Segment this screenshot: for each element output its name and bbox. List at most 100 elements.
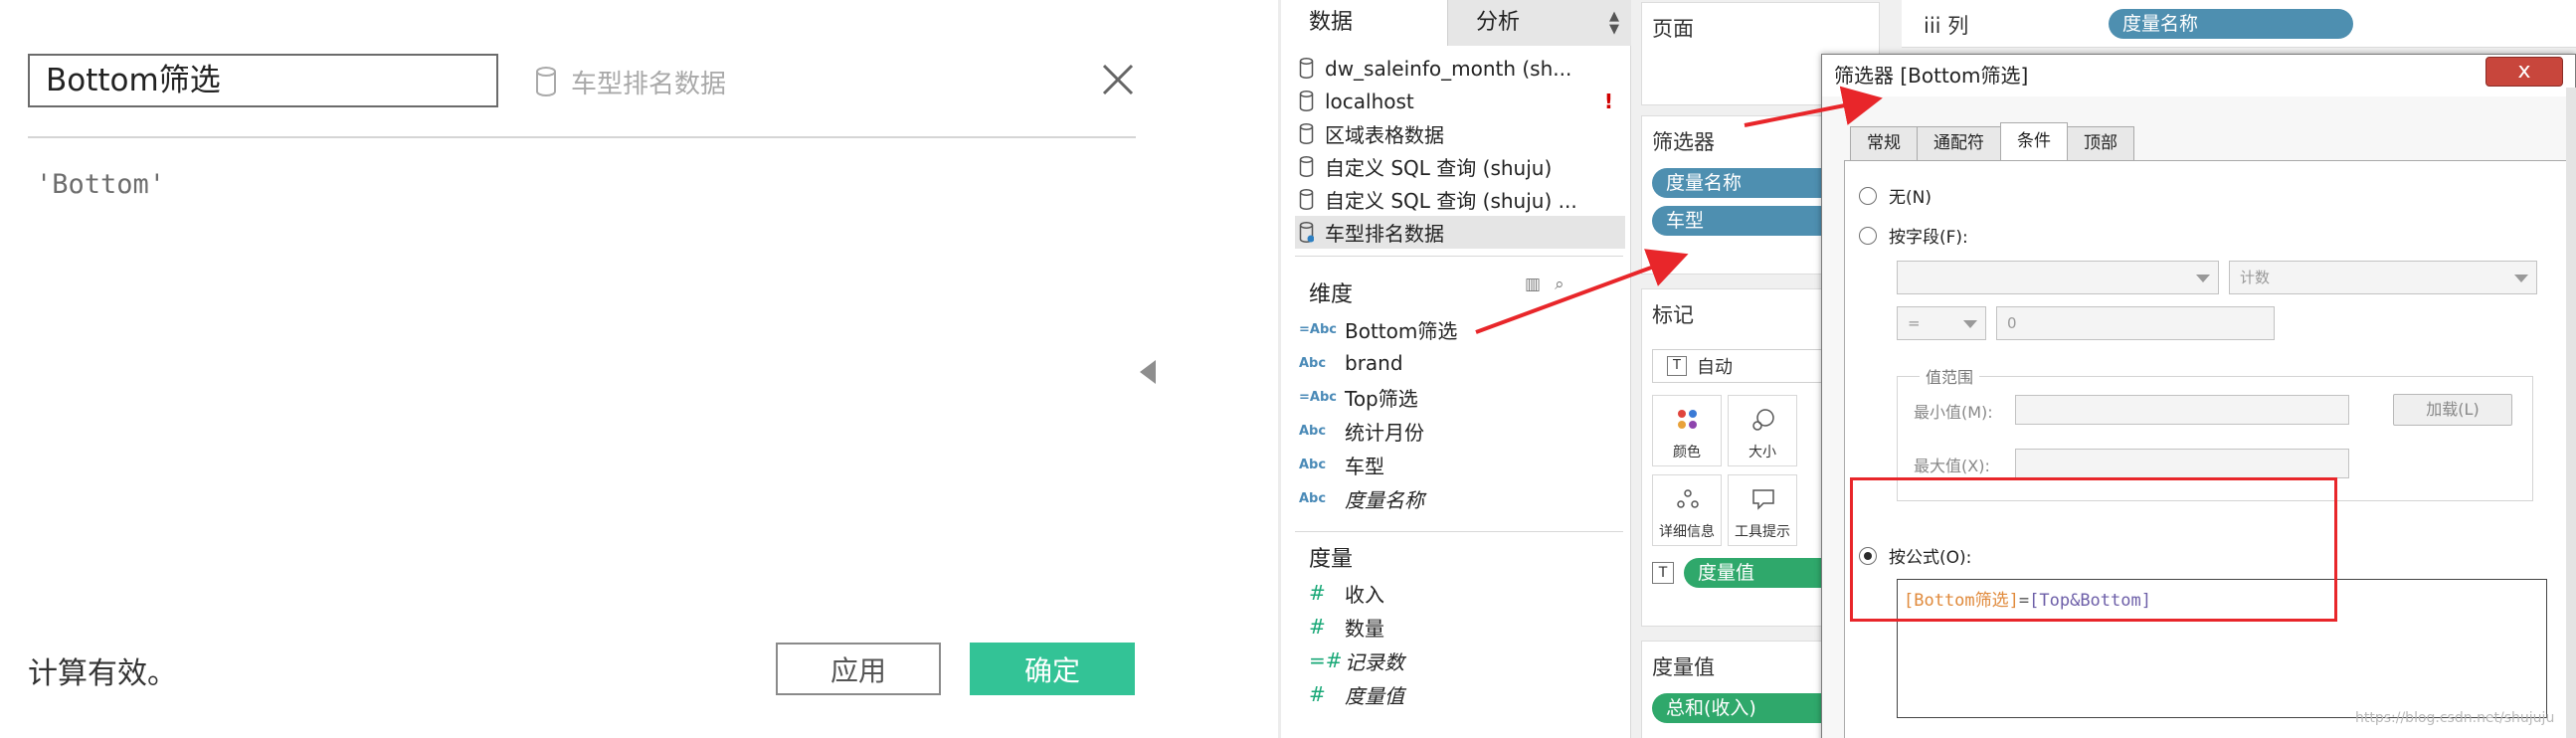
field-name: 数量 (1345, 616, 1384, 641)
string-calc-type-icon: =Abc (1299, 389, 1337, 405)
tooltip-button[interactable]: 工具提示 (1728, 474, 1797, 546)
database-connected-icon (1299, 222, 1314, 243)
tab-top[interactable]: 顶部 (2067, 126, 2134, 160)
field-item[interactable]: Abc 统计月份 (1295, 414, 1625, 448)
ok-button[interactable]: 确定 (970, 643, 1135, 695)
measure-list: # 收入 # 数量 =# 记录数 # 度量值 (1295, 576, 1625, 711)
data-pane: 数据 分析 ▲ ▼ dw_saleinfo_month (sh... localh… (1281, 0, 1631, 738)
datasource-item[interactable]: 自定义 SQL 查询 (shuju) (1295, 150, 1625, 183)
datasource-item[interactable]: 区域表格数据 (1295, 117, 1625, 150)
field-item[interactable]: Abc 车型 (1295, 448, 1625, 481)
field-name: 度量名称 (1345, 487, 1424, 512)
field-item[interactable]: # 收入 (1295, 576, 1625, 610)
tab-condition[interactable]: 条件 (2000, 122, 2068, 160)
operator-dropdown[interactable]: = (1897, 306, 1986, 340)
database-icon (1299, 58, 1314, 79)
calculation-name-input[interactable]: Bottom筛选 (28, 54, 498, 107)
size-label: 大小 (1748, 445, 1776, 461)
columns-pill[interactable]: 度量名称 (2109, 9, 2353, 39)
view-toggle-icon[interactable]: ▥ (1525, 275, 1541, 294)
columns-shelf[interactable]: iii 列 度量名称 (1902, 0, 2576, 48)
divider (1295, 531, 1623, 532)
tab-data[interactable]: 数据 (1281, 0, 1448, 46)
aggregation-value: 计数 (2240, 269, 2271, 286)
dimensions-header: 维度 (1309, 282, 1354, 307)
field-item[interactable]: =Abc Top筛选 (1295, 380, 1625, 414)
detail-label: 详细信息 (1659, 524, 1715, 540)
max-value-input[interactable] (2015, 449, 2349, 478)
datasource-label: 自定义 SQL 查询 (shuju) (1325, 156, 1553, 180)
measures-header: 度量 (1309, 547, 1354, 572)
formula-editor[interactable]: 'Bottom' (36, 169, 165, 200)
close-icon[interactable]: x (2485, 57, 2563, 87)
highlight-box (1850, 477, 2337, 622)
tab-analysis[interactable]: 分析 ▲ ▼ (1448, 0, 1631, 46)
min-value-input[interactable] (2015, 395, 2349, 425)
value-input[interactable]: 0 (1996, 306, 2275, 340)
number-type-icon: # (1309, 615, 1326, 639)
string-type-icon: Abc (1299, 355, 1327, 371)
field-item[interactable]: =# 记录数 (1295, 644, 1625, 677)
field-item[interactable]: Abc brand (1295, 346, 1625, 380)
filters-title: 筛选器 (1652, 130, 1715, 154)
close-icon[interactable] (1100, 62, 1136, 97)
dialog-tabs: 常规 通配符 条件 顶部 (1850, 122, 2134, 160)
color-button[interactable]: 颜色 (1652, 395, 1722, 466)
scrollbar[interactable] (2566, 88, 2576, 738)
radio-button[interactable] (1859, 186, 1877, 205)
datasource-item[interactable]: localhost ! (1295, 85, 1625, 117)
tableau-workspace: 数据 分析 ▲ ▼ dw_saleinfo_month (sh... localh… (1281, 0, 2576, 738)
field-name: 车型 (1345, 454, 1384, 478)
datasource-label: 车型排名数据 (1325, 222, 1444, 246)
field-name: 记录数 (1345, 649, 1404, 674)
calculation-editor: Bottom筛选 车型排名数据 'Bottom' 计算有效。 应用 确定 (0, 0, 1278, 738)
load-button[interactable]: 加载(L) (2393, 394, 2512, 426)
data-pane-tabs: 数据 分析 ▲ ▼ (1281, 0, 1631, 46)
aggregation-dropdown[interactable]: 计数 (2229, 261, 2537, 294)
datasource-item[interactable]: 自定义 SQL 查询 (shuju) ... (1295, 183, 1625, 216)
warning-icon: ! (1603, 89, 1613, 113)
detail-button[interactable]: 详细信息 (1652, 474, 1722, 546)
tab-general[interactable]: 常规 (1850, 126, 1918, 160)
datasource-label: localhost (1325, 89, 1414, 113)
string-type-icon: Abc (1299, 490, 1327, 506)
database-icon (1299, 123, 1314, 144)
collapse-panel-icon[interactable] (1140, 360, 1156, 384)
search-icon[interactable]: ⌕ (1555, 275, 1564, 294)
dialog-title: 筛选器 [Bottom筛选] (1822, 55, 2575, 96)
database-icon (536, 67, 556, 96)
tab-analysis-label: 分析 (1476, 10, 1521, 35)
field-item[interactable]: # 度量值 (1295, 677, 1625, 711)
field-item[interactable]: Abc 度量名称 (1295, 481, 1625, 515)
number-type-icon: # (1309, 682, 1326, 706)
tooltip-label: 工具提示 (1735, 524, 1790, 540)
string-type-icon: Abc (1299, 423, 1327, 439)
max-label: 最大值(X): (1914, 457, 1990, 475)
tab-wildcard[interactable]: 通配符 (1917, 126, 2001, 160)
radio-by-field-label: 按字段(F): (1889, 228, 1968, 248)
datasource-item-selected[interactable]: 车型排名数据 (1295, 216, 1625, 249)
field-dropdown[interactable] (1897, 261, 2219, 294)
radio-none[interactable]: 无(N) (1859, 183, 1932, 208)
datasource-list: dw_saleinfo_month (sh... localhost ! 区域表… (1295, 52, 1625, 249)
apply-button[interactable]: 应用 (776, 643, 941, 695)
text-mark-icon: T (1652, 562, 1674, 584)
field-name: 收入 (1345, 582, 1384, 607)
database-icon (1299, 91, 1314, 111)
datasource-label: 自定义 SQL 查询 (shuju) ... (1325, 189, 1577, 213)
datasource-label: dw_saleinfo_month (sh... (1325, 56, 1572, 81)
size-button[interactable]: 大小 (1728, 395, 1797, 466)
color-icon (1678, 410, 1697, 429)
calculation-datasource: 车型排名数据 (535, 62, 726, 101)
radio-button[interactable] (1859, 226, 1877, 245)
dimension-list: =Abc Bottom筛选 Abc brand =Abc Top筛选 Abc 统计月份 … (1295, 312, 1625, 515)
datasource-item[interactable]: dw_saleinfo_month (sh... (1295, 52, 1625, 85)
field-item[interactable]: =Abc Bottom筛选 (1295, 312, 1625, 346)
sort-caret-icon[interactable]: ▲ ▼ (1609, 10, 1619, 36)
radio-none-label: 无(N) (1889, 188, 1932, 208)
radio-by-field[interactable]: 按字段(F): (1859, 223, 1968, 248)
marks-title: 标记 (1652, 303, 1694, 327)
field-item[interactable]: # 数量 (1295, 610, 1625, 644)
color-label: 颜色 (1673, 445, 1701, 461)
chevron-down-icon (2514, 275, 2528, 282)
